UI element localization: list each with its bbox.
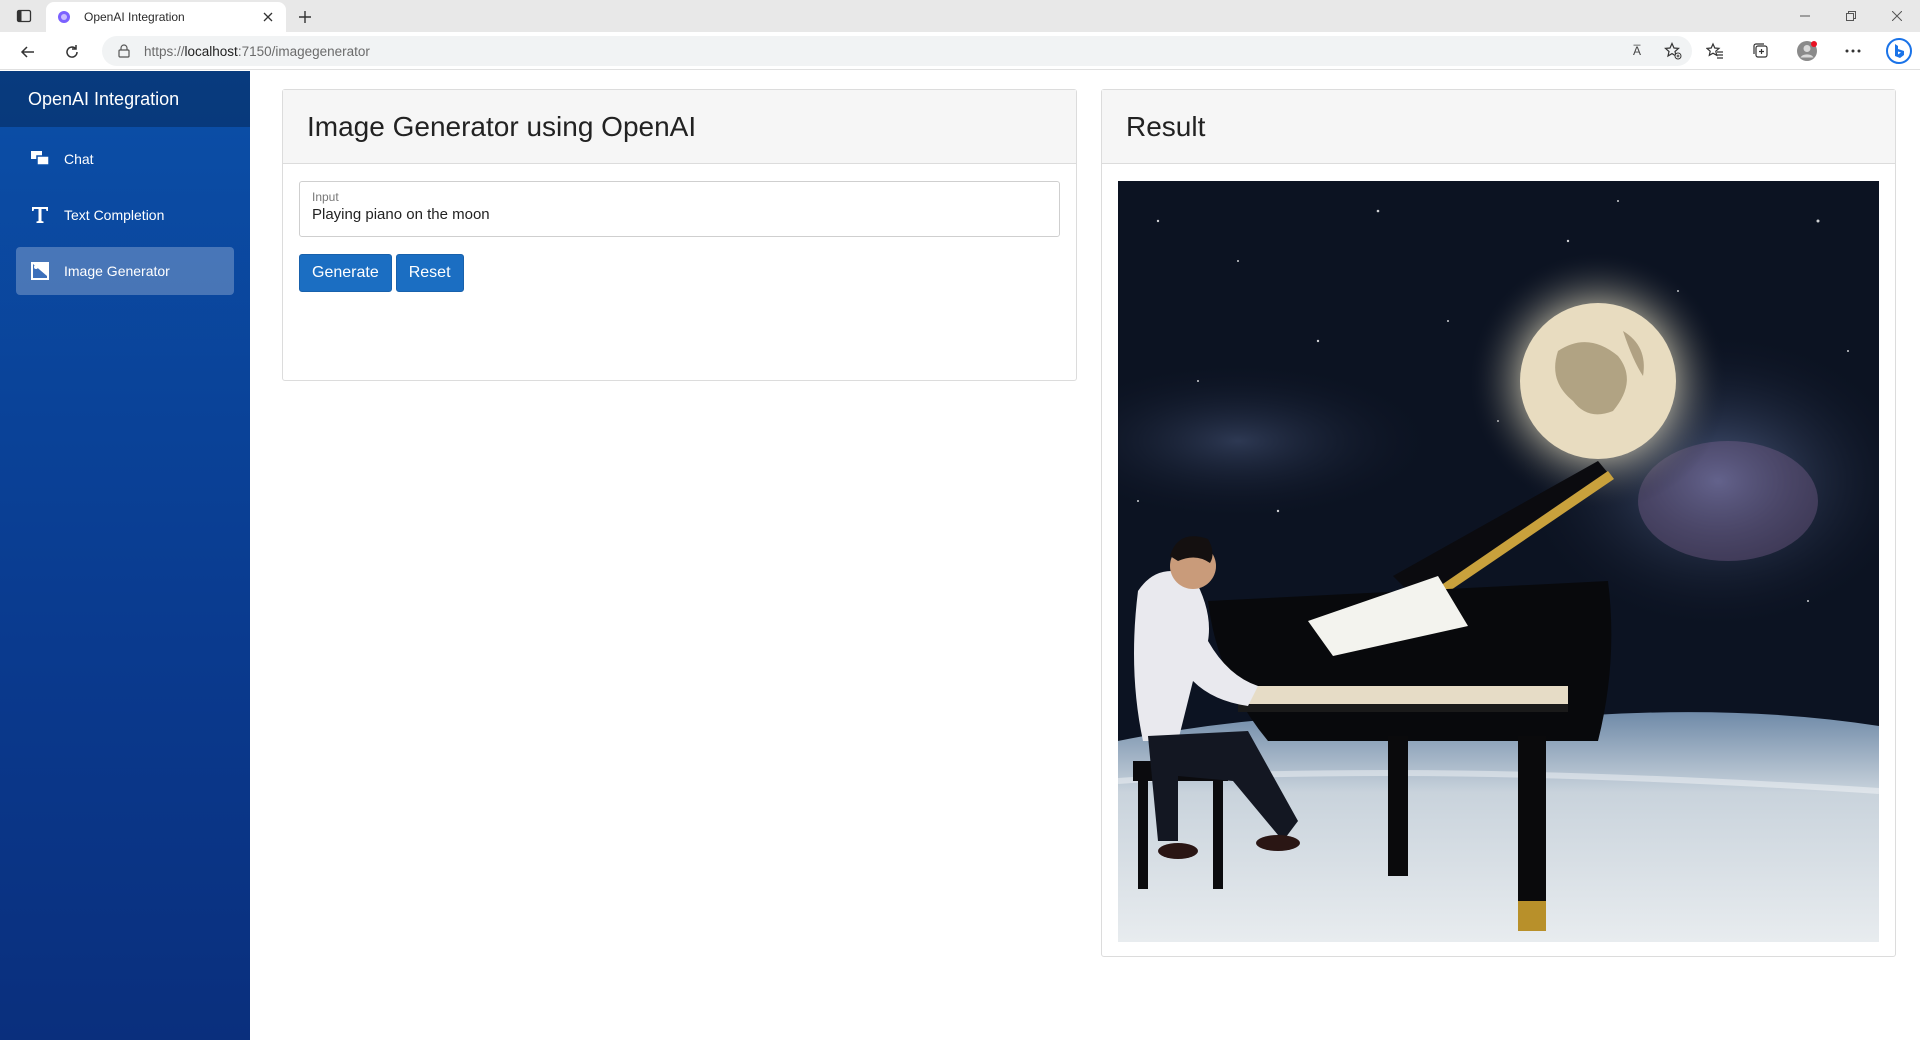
- main-content: Image Generator using OpenAI Input Gener…: [250, 71, 1920, 1040]
- app-title: OpenAI Integration: [28, 88, 180, 109]
- prompt-input[interactable]: [312, 206, 1047, 223]
- close-tab-icon[interactable]: [260, 9, 276, 25]
- image-icon: [30, 261, 50, 281]
- bing-copilot-icon[interactable]: [1876, 36, 1920, 66]
- tab-title: OpenAI Integration: [84, 10, 185, 24]
- generate-button[interactable]: Generate: [299, 254, 392, 292]
- read-aloud-icon[interactable]: A̅: [1626, 39, 1648, 63]
- sidebar-item-chat[interactable]: Chat: [16, 135, 234, 183]
- sidebar-item-label: Text Completion: [64, 207, 165, 223]
- sidebar-item-label: Image Generator: [64, 263, 170, 279]
- prompt-field[interactable]: Input: [299, 181, 1060, 237]
- url-text: https://localhost:7150/imagegenerator: [144, 43, 370, 59]
- sidebar-brand[interactable]: OpenAI Integration: [0, 71, 250, 127]
- reset-button[interactable]: Reset: [395, 254, 464, 292]
- browser-address-bar: https://localhost:7150/imagegenerator A̅: [0, 32, 1920, 70]
- result-title: Result: [1126, 110, 1206, 142]
- generator-card-header: Image Generator using OpenAI: [283, 90, 1076, 164]
- sidebar-item-image-generator[interactable]: Image Generator: [16, 247, 234, 295]
- browser-tab[interactable]: OpenAI Integration: [46, 2, 286, 32]
- restore-icon[interactable]: [1828, 0, 1874, 32]
- tab-actions-icon[interactable]: [12, 6, 36, 26]
- generator-title: Image Generator using OpenAI: [307, 110, 697, 142]
- chat-icon: [30, 149, 50, 169]
- generated-image: [1118, 181, 1879, 942]
- result-card-header: Result: [1102, 90, 1895, 164]
- generator-actions: Generate Reset: [299, 254, 464, 292]
- sidebar-item-text-completion[interactable]: Text Completion: [16, 191, 234, 239]
- lock-icon[interactable]: [116, 43, 132, 59]
- close-window-icon[interactable]: [1874, 0, 1920, 32]
- url-field[interactable]: https://localhost:7150/imagegenerator A̅: [102, 36, 1692, 66]
- minimize-icon[interactable]: [1782, 0, 1828, 32]
- refresh-icon[interactable]: [58, 38, 86, 66]
- favorites-icon[interactable]: [1692, 36, 1738, 66]
- collections-icon[interactable]: [1738, 36, 1784, 66]
- back-icon[interactable]: [14, 38, 42, 66]
- generator-card: Image Generator using OpenAI Input Gener…: [282, 89, 1077, 381]
- profile-avatar-icon[interactable]: [1784, 36, 1830, 66]
- result-card: Result: [1101, 89, 1896, 957]
- sidebar: OpenAI Integration Chat Text Completion …: [0, 71, 250, 1040]
- openai-favicon-icon: [56, 9, 72, 25]
- prompt-field-label: Input: [312, 190, 339, 204]
- new-tab-icon[interactable]: [294, 6, 316, 28]
- text-icon: [30, 205, 50, 225]
- more-options-icon[interactable]: [1830, 36, 1876, 66]
- sidebar-item-label: Chat: [64, 151, 94, 167]
- sidebar-nav: Chat Text Completion Image Generator: [0, 127, 250, 295]
- browser-tab-bar: OpenAI Integration: [0, 0, 1920, 32]
- add-favorite-icon[interactable]: [1662, 39, 1684, 63]
- window-controls: [1782, 0, 1920, 32]
